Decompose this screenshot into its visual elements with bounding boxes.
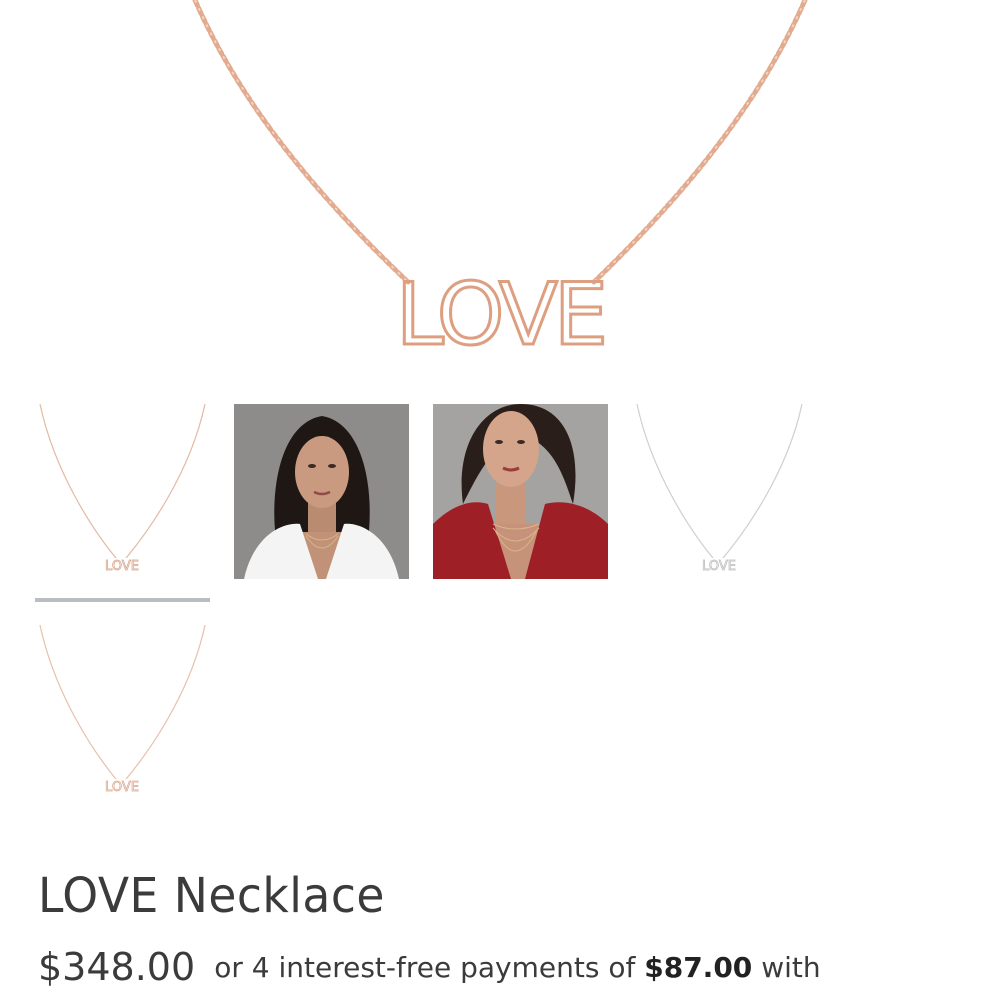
thumbnail-1[interactable]: LOVE — [35, 404, 210, 579]
rose-necklace-thumbnail-image: LOVE — [39, 625, 206, 795]
installment-amount: $87.00 — [644, 950, 753, 984]
selected-thumbnail-indicator — [35, 598, 210, 602]
model-red-blouse-image — [433, 404, 608, 579]
pendant-text: LOVE — [105, 559, 139, 574]
pendant-text: LOVE — [105, 780, 139, 795]
installment-prefix: or 4 interest-free payments of — [214, 950, 636, 984]
thumbnail-2[interactable] — [234, 404, 409, 579]
silver-necklace-thumbnail-image: LOVE — [636, 404, 803, 574]
necklace-image: LOVE — [192, 0, 808, 367]
pendant-text: LOVE — [702, 559, 736, 574]
model-white-blazer-image — [234, 404, 409, 579]
necklace-thumbnail-image: LOVE — [39, 404, 206, 574]
installment-suffix: with — [761, 950, 821, 984]
main-product-image[interactable]: LOVE — [0, 0, 1000, 395]
price-row: $348.00 or 4 interest-free payments of $… — [38, 945, 821, 989]
thumbnail-4[interactable]: LOVE — [632, 404, 807, 579]
thumbnail-5[interactable]: LOVE — [35, 625, 210, 800]
product-price: $348.00 — [38, 945, 196, 989]
thumbnail-3[interactable] — [433, 404, 608, 579]
pendant-text: LOVE — [396, 265, 604, 365]
installment-info: or 4 interest-free payments of $87.00 wi… — [214, 951, 820, 984]
product-title: LOVE Necklace — [38, 868, 385, 924]
